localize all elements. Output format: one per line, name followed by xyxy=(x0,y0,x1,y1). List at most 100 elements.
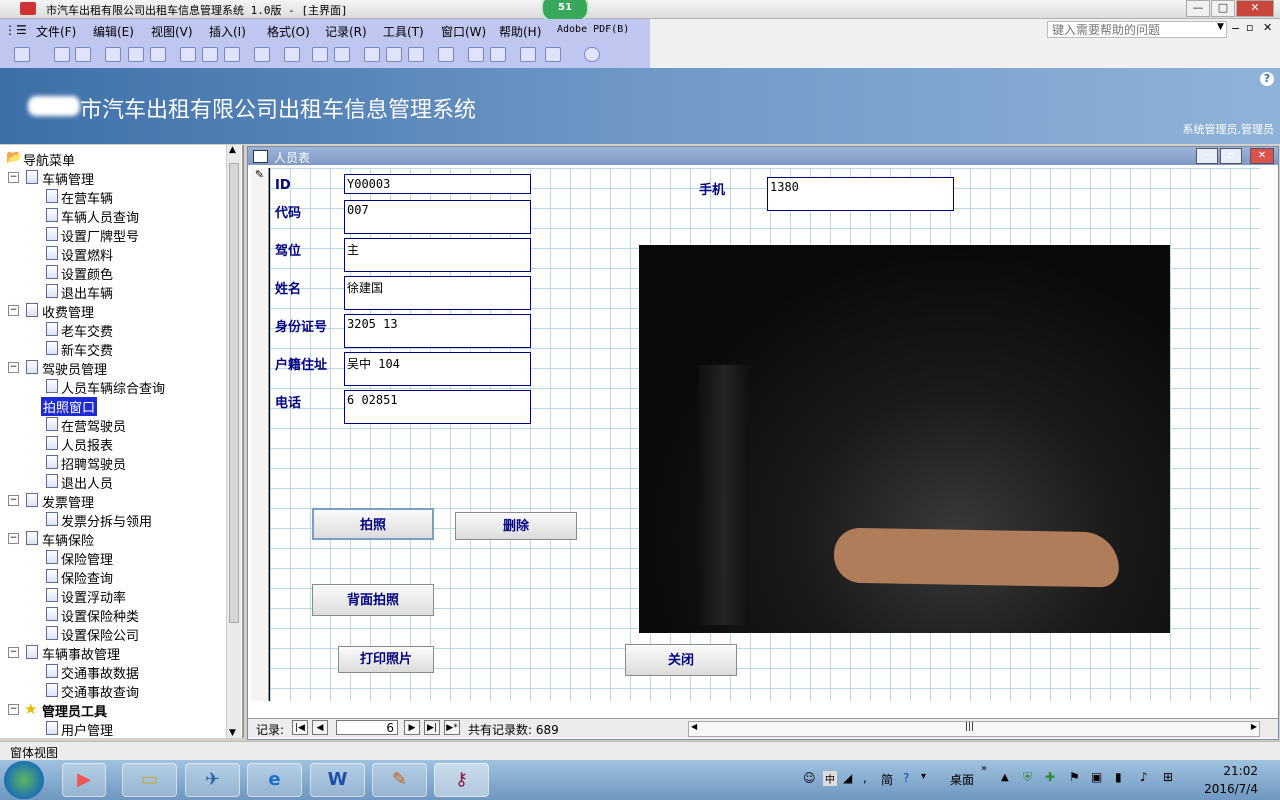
form-restore-button[interactable]: ▫ xyxy=(1220,148,1242,164)
show-hidden-icons[interactable]: ▲ xyxy=(1001,772,1009,783)
collapse-toggle-icon[interactable]: − xyxy=(8,704,19,715)
menu-help[interactable]: 帮助(H) xyxy=(499,23,541,40)
undo-icon[interactable] xyxy=(254,47,270,62)
media-player-icon[interactable]: ▶ xyxy=(62,763,106,797)
current-record-input[interactable]: 6 xyxy=(336,720,398,735)
database-window-icon[interactable] xyxy=(520,47,536,62)
help-dropdown-icon[interactable]: ▼ xyxy=(1217,22,1224,32)
menu-file[interactable]: 文件(F) xyxy=(36,23,76,40)
ime-help-icon[interactable]: ? xyxy=(903,771,909,785)
collapse-toggle-icon[interactable]: − xyxy=(8,305,19,316)
menu-records[interactable]: 记录(R) xyxy=(325,23,367,40)
ime-cn-icon[interactable]: 中 xyxy=(823,771,837,786)
access-icon[interactable]: ⚷ xyxy=(434,763,489,797)
close-form-button[interactable]: 关闭 xyxy=(625,644,737,676)
menu-view[interactable]: 视图(V) xyxy=(151,23,193,40)
seat-field[interactable]: 主 xyxy=(344,238,531,272)
name-field[interactable]: 徐建国 xyxy=(344,276,531,310)
close-window-button[interactable]: ✕ xyxy=(1236,0,1274,17)
idcard-field[interactable]: 3205 13 xyxy=(344,314,531,348)
take-photo-button[interactable]: 拍照 xyxy=(312,508,434,540)
ime-menu-icon[interactable]: ▾ xyxy=(921,771,926,782)
qq-icon[interactable]: ☺ xyxy=(803,771,816,785)
device-icon[interactable]: ▣ xyxy=(1091,770,1102,784)
filter-by-form-icon[interactable] xyxy=(386,47,402,62)
help-icon[interactable] xyxy=(584,47,600,62)
explorer-icon[interactable]: ▭ xyxy=(122,763,177,797)
spelling-icon[interactable] xyxy=(150,47,166,62)
sort-descending-icon[interactable] xyxy=(334,47,350,62)
help-circle-icon[interactable]: ? xyxy=(1260,72,1274,86)
first-record-button[interactable]: |◀ xyxy=(292,720,308,735)
collapse-toggle-icon[interactable]: − xyxy=(8,495,19,506)
save-icon[interactable] xyxy=(54,47,70,62)
shield-icon[interactable]: ⛨ xyxy=(1023,770,1032,785)
scroll-left-icon[interactable]: ◀ xyxy=(691,722,697,731)
menu-insert[interactable]: 插入(I) xyxy=(209,23,246,40)
mobile-field[interactable]: 1380 xyxy=(767,177,954,211)
form-close-button[interactable]: ✕ xyxy=(1250,148,1274,164)
phone-field[interactable]: 6 02851 xyxy=(344,390,531,424)
new-record-nav-button[interactable]: ▶* xyxy=(444,720,460,735)
scroll-thumb-grip[interactable]: ||| xyxy=(965,722,974,732)
desktop-toolbar[interactable]: 桌面 xyxy=(950,771,974,788)
collapse-toggle-icon[interactable]: − xyxy=(8,533,19,544)
code-field[interactable]: 007 xyxy=(344,200,531,234)
collapse-toggle-icon[interactable]: − xyxy=(8,647,19,658)
menu-edit[interactable]: 编辑(E) xyxy=(93,23,134,40)
id-field[interactable]: Y00003 xyxy=(344,174,531,194)
paste-icon[interactable] xyxy=(224,47,240,62)
security-app-icon[interactable]: ✚ xyxy=(1045,770,1055,784)
last-record-button[interactable]: ▶| xyxy=(424,720,440,735)
volume-icon[interactable]: ♪ xyxy=(1140,770,1148,784)
print-preview-icon[interactable] xyxy=(128,47,144,62)
mdi-close-icon[interactable]: ✕ xyxy=(1263,21,1272,34)
scroll-up-icon[interactable]: ▲ xyxy=(229,145,236,155)
next-record-button[interactable]: ▶ xyxy=(404,720,420,735)
nav-scrollbar[interactable]: ▲ ▼ xyxy=(226,145,241,738)
apply-filter-icon[interactable] xyxy=(408,47,424,62)
design-view-icon[interactable] xyxy=(14,47,30,62)
previous-record-button[interactable]: ◀ xyxy=(312,720,328,735)
mdi-minimize-icon[interactable]: − xyxy=(1231,22,1240,35)
help-search-input[interactable]: 键入需要帮助的问题 xyxy=(1047,21,1227,38)
print-photo-button[interactable]: 打印照片 xyxy=(338,646,434,673)
address-field[interactable]: 吴中 104 xyxy=(344,352,531,386)
menu-tools[interactable]: 工具(T) xyxy=(383,23,424,40)
cut-icon[interactable] xyxy=(180,47,196,62)
collapse-toggle-icon[interactable]: − xyxy=(8,362,19,373)
print-icon[interactable] xyxy=(105,47,121,62)
ime-punct-icon[interactable]: , xyxy=(863,771,867,785)
minimize-button[interactable]: — xyxy=(1186,0,1210,17)
bird-app-icon[interactable]: ✈ xyxy=(185,763,240,797)
record-selector[interactable]: ✎ xyxy=(251,168,269,701)
start-button[interactable] xyxy=(4,761,44,799)
form-minimize-button[interactable]: − xyxy=(1196,148,1218,164)
delete-button[interactable]: 删除 xyxy=(455,512,577,540)
new-object-icon[interactable] xyxy=(545,47,561,62)
clock-time[interactable]: 21:02 xyxy=(1223,764,1258,778)
ime-shape-icon[interactable]: ◢ xyxy=(843,771,852,785)
app-icon[interactable] xyxy=(20,2,36,15)
file-search-icon[interactable] xyxy=(75,47,91,62)
hyperlink-icon[interactable] xyxy=(284,47,300,62)
internet-explorer-icon[interactable]: e xyxy=(247,763,302,797)
back-photo-button[interactable]: 背面拍照 xyxy=(312,584,434,616)
ime-simplified[interactable]: 简 xyxy=(881,771,893,788)
delete-record-icon[interactable] xyxy=(490,47,506,62)
toolbar-chevron-icon[interactable]: » xyxy=(981,763,987,774)
scroll-right-icon[interactable]: ▶ xyxy=(1251,722,1257,731)
new-record-icon[interactable] xyxy=(468,47,484,62)
nav-scroll-thumb[interactable] xyxy=(229,163,239,623)
sort-ascending-icon[interactable] xyxy=(312,47,328,62)
menu-window[interactable]: 窗口(W) xyxy=(441,23,486,40)
network-icon[interactable]: ▮ xyxy=(1115,770,1122,784)
menu-format[interactable]: 格式(O) xyxy=(267,23,310,40)
windows-flag-icon[interactable]: ⊞ xyxy=(1163,770,1173,784)
collapse-toggle-icon[interactable]: − xyxy=(8,172,19,183)
filter-by-selection-icon[interactable] xyxy=(364,47,380,62)
paint-icon[interactable]: ✎ xyxy=(372,763,427,797)
scroll-down-icon[interactable]: ▼ xyxy=(229,728,236,738)
find-icon[interactable] xyxy=(438,47,454,62)
word-icon[interactable]: W xyxy=(310,763,365,797)
